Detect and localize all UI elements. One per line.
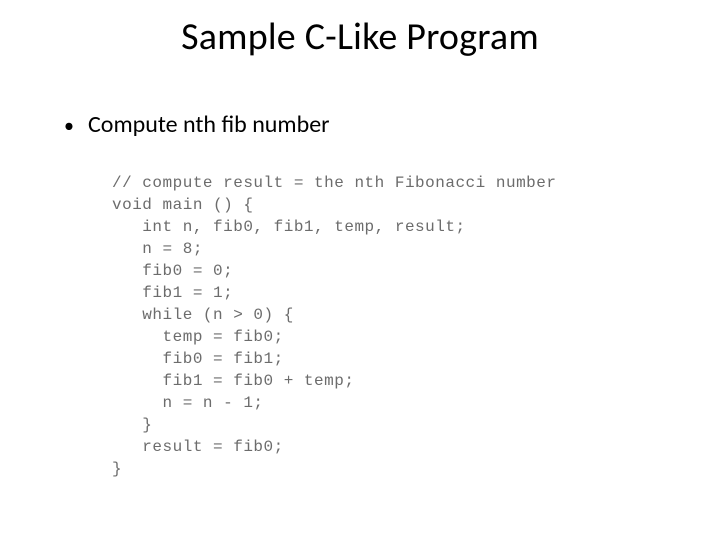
- code-block: // compute result = the nth Fibonacci nu…: [112, 172, 556, 480]
- bullet-marker: •: [64, 114, 88, 138]
- bullet-item: • Compute nth fib number: [64, 110, 680, 139]
- bullet-text: Compute nth fib number: [88, 110, 680, 139]
- slide: Sample C-Like Program • Compute nth fib …: [0, 0, 720, 540]
- bullet-list: • Compute nth fib number: [64, 110, 680, 139]
- slide-title: Sample C-Like Program: [0, 14, 720, 60]
